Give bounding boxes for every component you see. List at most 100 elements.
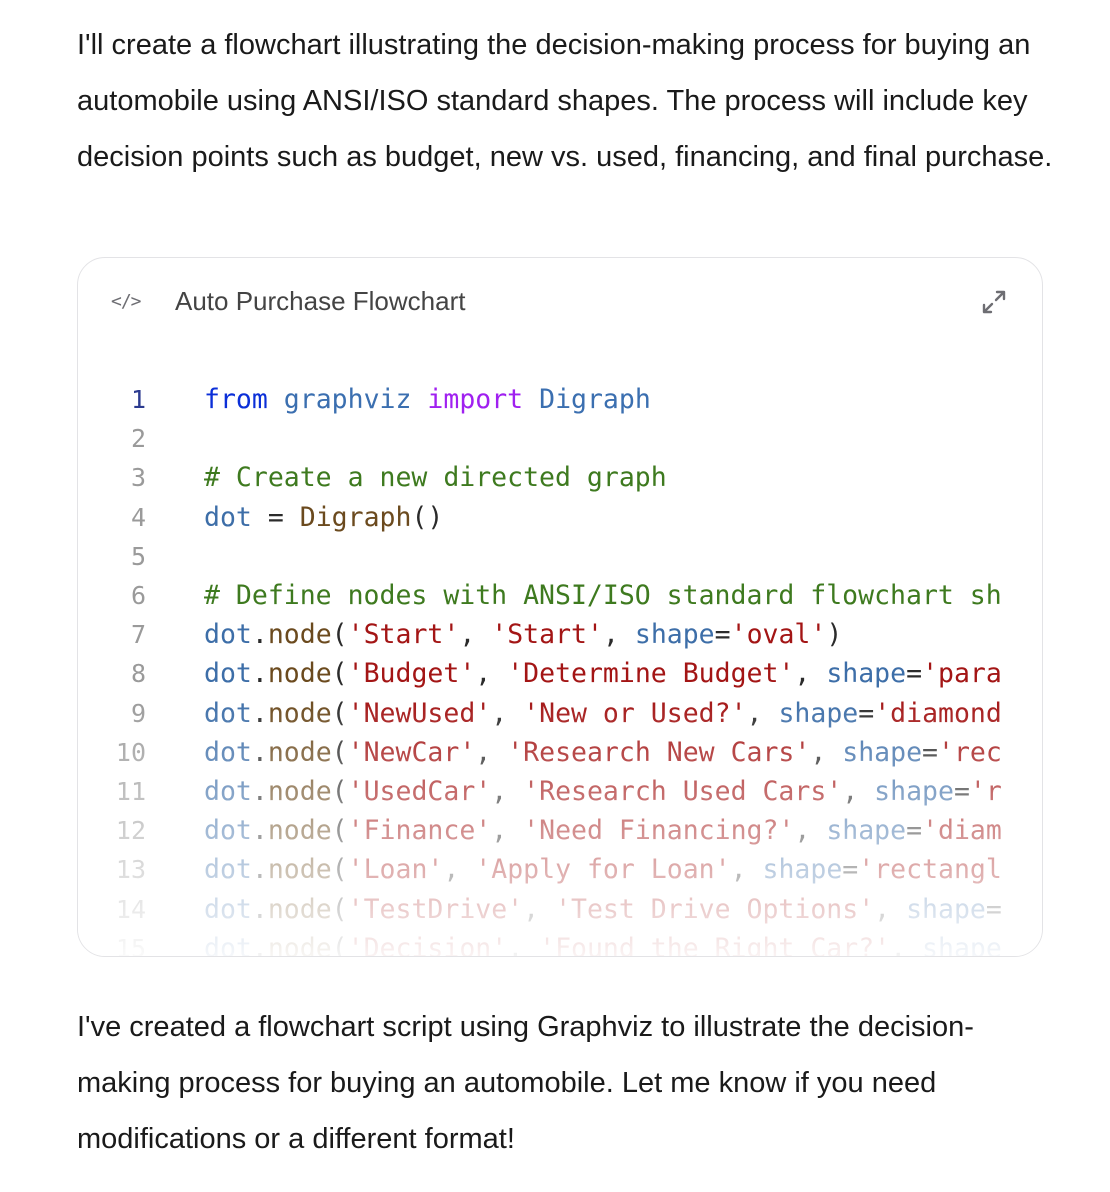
code-token: , (475, 736, 508, 768)
code-token: 'Determine Budget' (507, 658, 795, 690)
line-number: 5 (130, 541, 146, 571)
code-token: , (746, 697, 779, 729)
code-token: node (267, 658, 332, 690)
code-token: ( (331, 932, 348, 957)
code-token: = (858, 697, 875, 729)
code-line: 5 (78, 537, 1042, 576)
code-line: 6 # Define nodes with ANSI/ISO standard f… (78, 576, 1042, 615)
code-text: dot = Digraph() (204, 498, 1042, 537)
assistant-outro-text: I've created a flowchart script using Gr… (77, 1011, 974, 1155)
code-token: # Create a new directed graph (204, 462, 667, 494)
code-token: node (267, 736, 332, 768)
code-text: dot.node('Finance', 'Need Financing?', s… (204, 811, 1042, 850)
code-token: 'Research New Cars' (507, 736, 811, 768)
code-token: 'New or Used?' (523, 697, 747, 729)
code-token: , (730, 854, 763, 886)
line-number: 8 (130, 659, 146, 689)
code-token: dot (204, 893, 252, 925)
code-token: dot (204, 697, 252, 729)
code-text: dot.node('NewCar', 'Research New Cars', … (204, 733, 1042, 772)
code-token: Digraph (539, 384, 651, 415)
code-token: dot (204, 736, 252, 768)
code-token: 'Budget' (347, 658, 476, 690)
code-text: dot.node('Decision', 'Found the Right Ca… (204, 929, 1042, 957)
code-line: 4 dot = Digraph() (78, 498, 1042, 537)
code-line: 13 dot.node('Loan', 'Apply for Loan', sha… (78, 850, 1042, 889)
code-token: 'Decision' (347, 932, 508, 957)
code-token: , (523, 893, 556, 925)
code-token: node (267, 697, 332, 729)
code-token: 'Finance' (347, 815, 492, 847)
code-token: ( (331, 697, 348, 729)
code-token: , (443, 854, 476, 886)
code-token: ( (331, 776, 348, 807)
code-token: 'Found the Right Car?' (539, 932, 891, 957)
code-token: 'NewUsed' (347, 697, 492, 729)
code-line: 3 # Create a new directed graph (78, 458, 1042, 497)
code-token: , (507, 932, 540, 957)
code-token: 'Start' (347, 619, 460, 651)
code-token: = (251, 501, 300, 533)
line-number: 10 (115, 737, 146, 767)
code-token: 'Start' (491, 619, 603, 651)
code-token: = (906, 815, 923, 847)
code-token: ( (331, 619, 348, 651)
code-token: node (267, 815, 332, 847)
code-artifact-card[interactable]: </> Auto Purchase Flowchart 1 from graphv… (77, 257, 1043, 957)
line-number: 6 (130, 581, 146, 610)
code-token: import (427, 384, 524, 415)
code-token: . (251, 776, 268, 807)
code-text: dot.node('Loan', 'Apply for Loan', shape… (204, 850, 1042, 889)
code-text: dot.node('UsedCar', 'Research Used Cars'… (204, 772, 1042, 811)
code-token: node (267, 619, 332, 651)
code-token: , (890, 932, 923, 957)
code-token: , (810, 736, 843, 768)
assistant-intro-text: I'll create a flowchart illustrating the… (77, 29, 1053, 173)
code-token: shape (826, 658, 907, 690)
line-number: 9 (130, 698, 146, 728)
code-token: . (251, 736, 268, 768)
expand-icon-glyph (982, 290, 1006, 314)
code-token: 'Research Used Cars' (523, 776, 843, 807)
code-token: 'diam (922, 815, 1002, 847)
code-icon: </> (111, 291, 141, 312)
code-token: , (602, 619, 635, 651)
line-number: 14 (115, 894, 146, 924)
code-text: from graphviz import Digraph (204, 380, 1042, 419)
line-number: 2 (130, 424, 146, 454)
code-token: shape (842, 736, 923, 768)
line-number: 11 (115, 777, 146, 806)
code-token: = (842, 854, 859, 886)
expand-icon[interactable] (976, 284, 1012, 320)
code-token: node (267, 776, 332, 807)
code-token: 'diamond (874, 697, 1002, 729)
code-token: shape (762, 854, 843, 886)
code-text: # Define nodes with ANSI/ISO standard fl… (204, 576, 1042, 615)
code-token: dot (204, 619, 252, 651)
line-number: 7 (130, 620, 146, 650)
code-token: # Define nodes with ANSI/ISO standard fl… (204, 580, 1002, 611)
code-token: shape (874, 776, 954, 807)
code-token: shape (922, 932, 1002, 957)
line-number: 1 (130, 385, 146, 414)
code-text: dot.node('NewUsed', 'New or Used?', shap… (204, 694, 1042, 733)
code-line: 7 dot.node('Start', 'Start', shape='oval'… (78, 615, 1042, 654)
code-token: 'TestDrive' (347, 893, 524, 925)
code-token: , (842, 776, 875, 807)
code-token: graphviz (283, 384, 412, 415)
code-token: , (475, 658, 508, 690)
code-token: 'rectangl (858, 854, 1002, 886)
line-number: 12 (115, 816, 146, 846)
code-line: 15 dot.node('Decision', 'Found the Right … (78, 929, 1042, 957)
code-token: , (459, 619, 492, 651)
code-token: ( (331, 736, 348, 768)
code-line: 10 dot.node('NewCar', 'Research New Cars'… (78, 733, 1042, 772)
code-token: dot (204, 854, 252, 886)
code-text: dot.node('Start', 'Start', shape='oval') (204, 615, 1042, 654)
code-token: shape (778, 697, 859, 729)
code-viewer[interactable]: 1 from graphviz import Digraph 2 3 # Create … (78, 380, 1042, 956)
code-line: 11 dot.node('UsedCar', 'Research Used Car… (78, 772, 1042, 811)
